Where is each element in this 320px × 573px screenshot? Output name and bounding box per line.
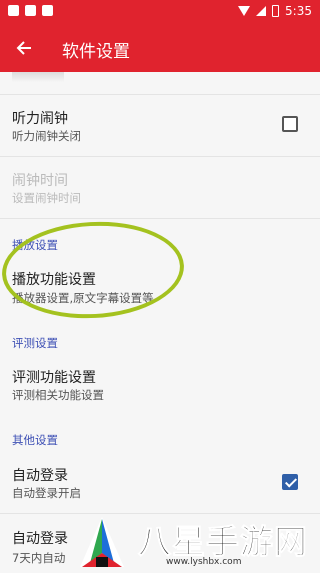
divider <box>0 218 320 219</box>
pref-summary: 自动登录开启 <box>12 486 81 500</box>
pref-title: 自动登录 <box>12 468 68 484</box>
status-bar: 5:35 <box>0 0 320 24</box>
app-icon <box>42 5 53 16</box>
system-icons: 5:35 <box>238 4 312 18</box>
pref-summary: 7天内自动 <box>12 551 66 565</box>
back-button[interactable] <box>8 32 40 64</box>
listen-alarm-checkbox[interactable] <box>282 116 298 132</box>
divider <box>0 94 320 95</box>
notification-icons <box>8 5 53 16</box>
auto-login-checkbox[interactable] <box>282 474 298 490</box>
arrow-left-icon <box>16 41 31 55</box>
category-other: 其他设置 <box>12 433 58 447</box>
signal-icon <box>256 6 267 16</box>
app-bar: 软件设置 <box>0 24 320 72</box>
pref-listen-alarm[interactable]: 听力闹钟 听力闹钟关闭 <box>0 96 320 156</box>
status-time: 5:35 <box>285 4 312 18</box>
pref-title: 闹钟时间 <box>12 173 68 189</box>
pref-alarm-time: 闹钟时间 设置闹钟时间 <box>0 157 320 217</box>
scrolled-item-remnant <box>0 72 320 96</box>
pref-title: 自动登录 <box>12 531 68 547</box>
pref-title: 听力闹钟 <box>12 111 68 127</box>
wifi-icon <box>238 6 251 16</box>
image-icon <box>25 5 36 16</box>
notification-icon <box>8 5 19 16</box>
pref-summary: 听力闹钟关闭 <box>12 129 81 143</box>
pref-eval-function[interactable]: 评测功能设置 评测相关功能设置 <box>0 357 320 415</box>
settings-list[interactable]: 听力闹钟 听力闹钟关闭 闹钟时间 设置闹钟时间 播放设置 播放功能设置 播放器设… <box>0 72 320 573</box>
pref-summary: 设置闹钟时间 <box>12 191 81 205</box>
watermark-logo-icon <box>80 517 124 567</box>
watermark-text: 八星手游网 <box>138 522 308 562</box>
battery-icon <box>272 5 280 17</box>
watermark-url: www.lyshbx.com <box>166 557 242 567</box>
pref-auto-login[interactable]: 自动登录 自动登录开启 <box>0 454 320 512</box>
pref-summary: 评测相关功能设置 <box>12 388 104 402</box>
category-eval: 评测设置 <box>12 336 58 350</box>
page-title: 软件设置 <box>62 42 130 62</box>
watermark: 八星手游网 www.lyshbx.com <box>70 505 320 573</box>
pref-title: 评测功能设置 <box>12 370 96 386</box>
